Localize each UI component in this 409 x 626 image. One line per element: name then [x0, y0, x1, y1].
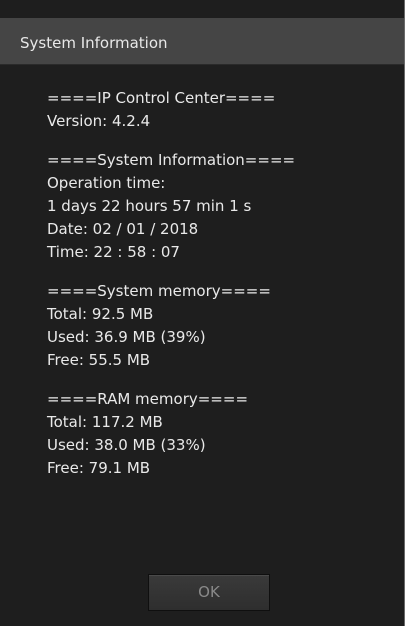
ram-memory-total: Total: 117.2 MB [47, 413, 163, 431]
dialog-titlebar: System Information [0, 18, 404, 65]
date-text: Date: 02 / 01 / 2018 [47, 220, 199, 238]
time-text: Time: 22 : 58 : 07 [47, 243, 180, 261]
ram-memory-used: Used: 38.0 MB (33%) [47, 436, 206, 454]
system-info-header: ====System Information==== [47, 151, 296, 169]
operation-time-value: 1 days 22 hours 57 min 1 s [47, 197, 252, 215]
system-memory-header: ====System memory==== [47, 282, 271, 300]
system-memory-used: Used: 36.9 MB (39%) [47, 328, 206, 346]
ram-memory-header: ====RAM memory==== [47, 390, 249, 408]
section-spacer [47, 264, 387, 280]
ok-button[interactable]: OK [148, 574, 270, 611]
dialog-title: System Information [20, 34, 168, 52]
system-memory-free: Free: 55.5 MB [47, 351, 151, 369]
ram-memory-free: Free: 79.1 MB [47, 459, 151, 477]
system-memory-total: Total: 92.5 MB [47, 305, 154, 323]
ip-control-header: ====IP Control Center==== [47, 89, 276, 107]
operation-time-label: Operation time: [47, 174, 166, 192]
version-text: Version: 4.2.4 [47, 112, 151, 130]
section-spacer [47, 133, 387, 149]
system-information-dialog: System Information ====IP Control Center… [0, 0, 405, 626]
system-info-content: ====IP Control Center==== Version: 4.2.4… [47, 87, 387, 480]
section-spacer [47, 372, 387, 388]
